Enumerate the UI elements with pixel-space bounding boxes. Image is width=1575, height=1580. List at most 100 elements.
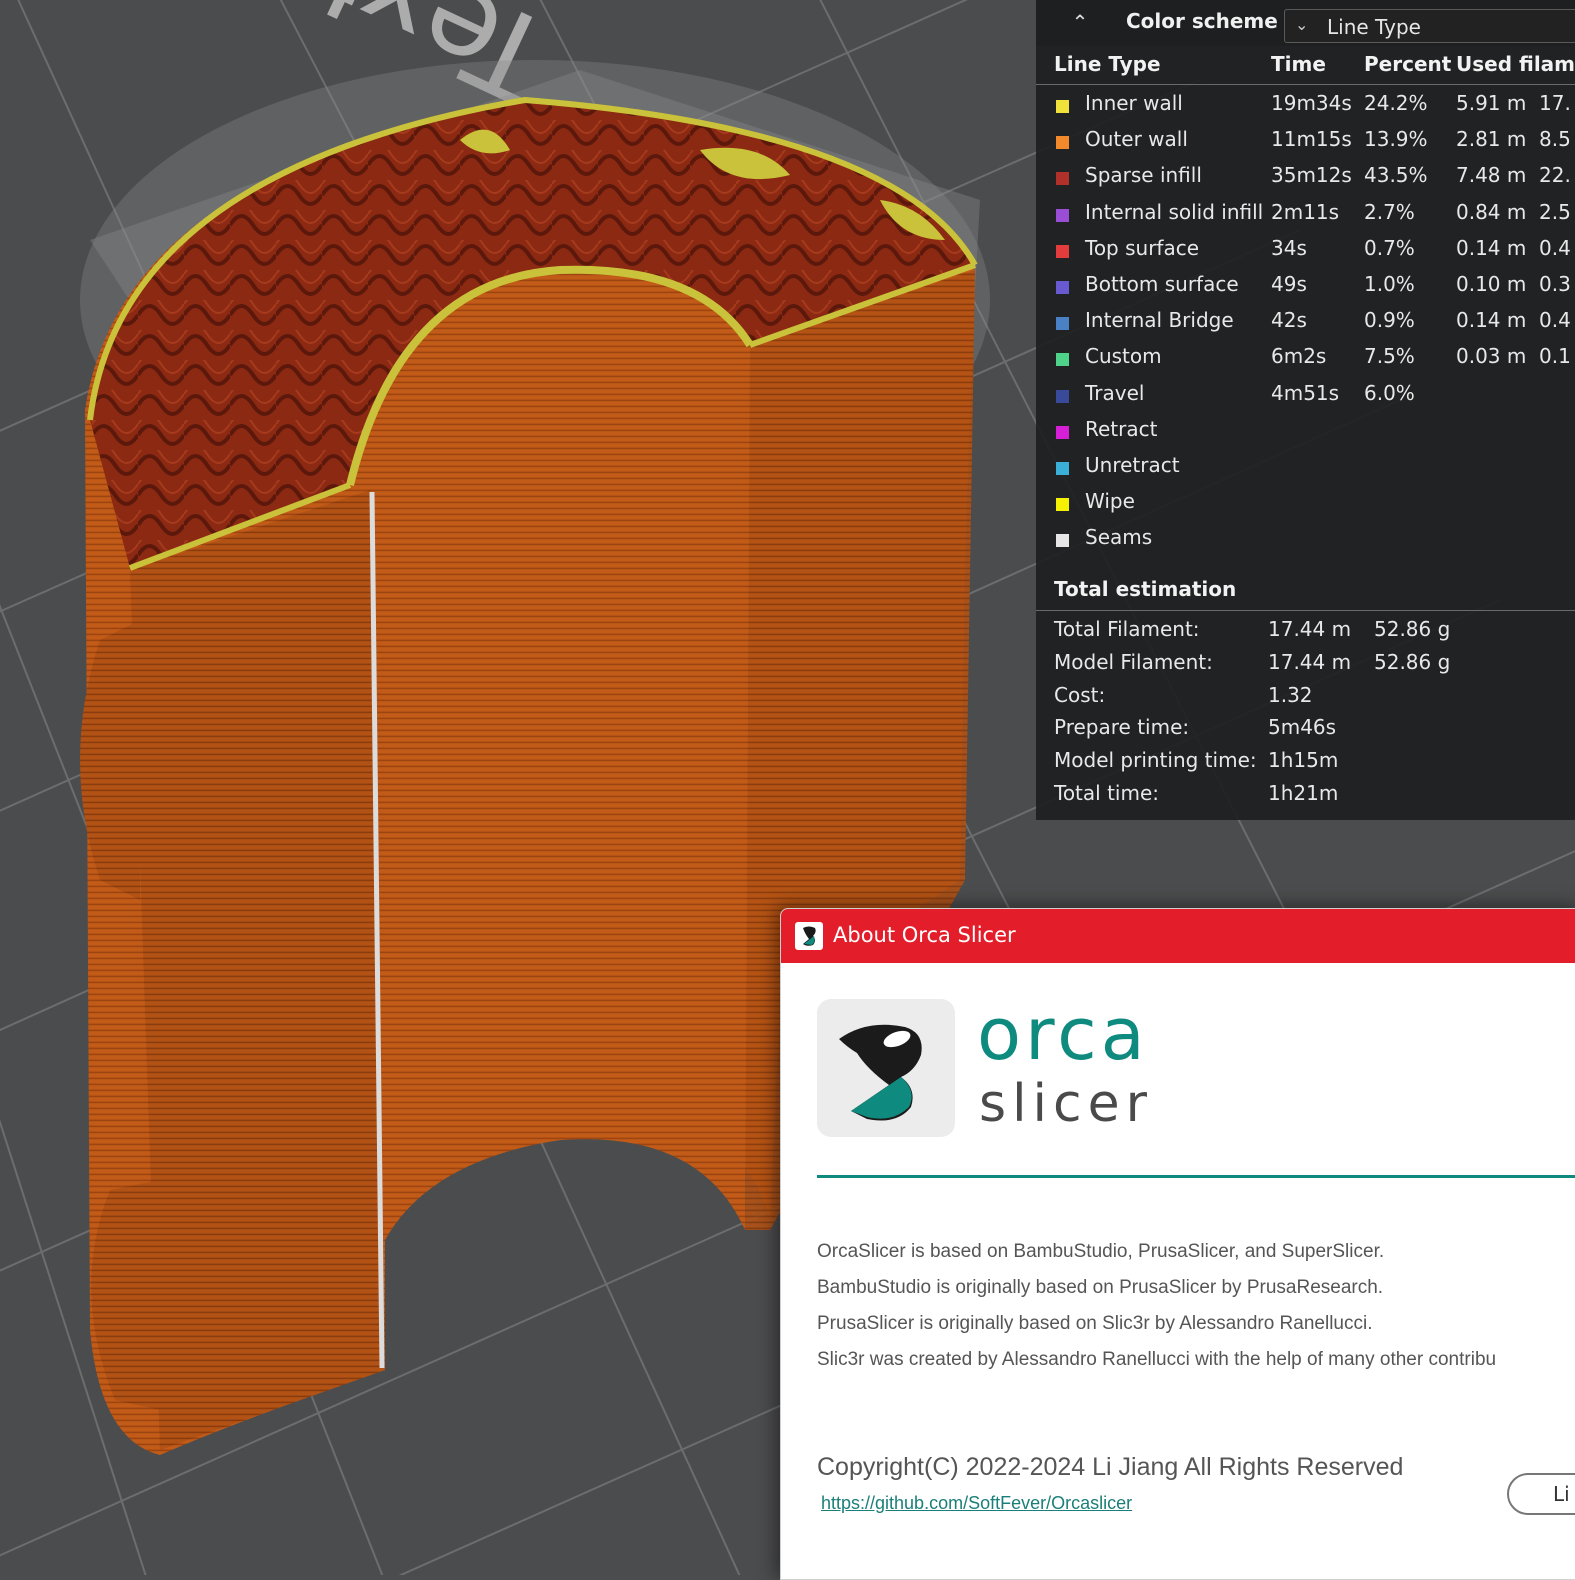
total-value: 1h15m (1268, 748, 1339, 773)
total-label: Model Filament: (1054, 649, 1213, 674)
total-label: Total Filament: (1054, 617, 1200, 641)
total-value-secondary: 52.86 g (1374, 649, 1451, 674)
legend-row[interactable]: Sparse infill 35m12s 43.5% 7.48 m 22. (1036, 160, 1575, 196)
line-type-percent: 0.9% (1364, 308, 1415, 333)
legend-row[interactable]: Wipe (1036, 486, 1575, 522)
divider (1036, 610, 1575, 611)
line-type-percent: 13.9% (1364, 127, 1428, 152)
line-type-name: Outer wall (1085, 127, 1188, 152)
legend-row[interactable]: Custom 6m2s 7.5% 0.03 m 0.1 (1036, 341, 1575, 377)
total-row: Total Filament: 17.44 m 52.86 g (1036, 617, 1575, 649)
line-type-color-swatch (1056, 462, 1069, 475)
color-scheme-dropdown[interactable]: ⌄ Line Type (1284, 9, 1575, 43)
color-scheme-label: Color scheme (1126, 9, 1278, 33)
license-button[interactable]: Li (1507, 1473, 1575, 1515)
line-type-color-swatch (1056, 353, 1069, 367)
line-type-used-length: 0.03 m (1456, 344, 1527, 369)
legend-panel: ⌃ Color scheme ⌄ Line Type Line Type Tim… (1036, 0, 1575, 820)
legend-row[interactable]: Unretract (1036, 450, 1575, 486)
line-type-used-weight: 22. (1539, 163, 1571, 188)
column-header-used-filament: Used filam (1456, 52, 1575, 76)
total-row: Total time: 1h21m (1036, 781, 1575, 813)
line-type-used-length: 0.10 m (1456, 272, 1527, 296)
line-type-color-swatch (1056, 498, 1069, 512)
line-type-name: Seams (1085, 525, 1153, 550)
line-type-name: Travel (1085, 380, 1145, 405)
line-type-time: 11m15s (1271, 127, 1352, 152)
total-label: Model printing time: (1054, 748, 1257, 773)
line-type-used-weight: 0.1 (1539, 344, 1571, 369)
line-type-percent: 24.2% (1364, 91, 1428, 115)
total-row: Model printing time: 1h15m (1036, 748, 1575, 780)
total-value: 1h21m (1268, 781, 1339, 805)
orca-app-icon (795, 922, 823, 950)
line-type-used-length: 7.48 m (1456, 163, 1527, 188)
line-type-name: Sparse infill (1085, 163, 1202, 188)
line-type-time: 4m51s (1271, 380, 1340, 405)
line-type-color-swatch (1056, 281, 1069, 294)
legend-row[interactable]: Bottom surface 49s 1.0% 0.10 m 0.3 (1036, 269, 1575, 305)
line-type-time: 42s (1271, 308, 1307, 333)
line-type-name: Wipe (1085, 489, 1135, 514)
line-type-color-swatch (1056, 244, 1069, 258)
total-value: 17.44 m (1268, 617, 1352, 641)
legend-header: ⌃ Color scheme ⌄ Line Type (1036, 0, 1575, 46)
line-type-percent: 43.5% (1364, 163, 1428, 188)
legend-row[interactable]: Inner wall 19m34s 24.2% 5.91 m 17. (1036, 88, 1575, 124)
line-type-used-length: 0.14 m (1456, 235, 1527, 260)
line-type-name: Unretract (1085, 453, 1180, 477)
line-type-name: Retract (1085, 416, 1158, 441)
line-type-percent: 7.5% (1364, 344, 1415, 369)
line-type-time: 49s (1271, 272, 1307, 296)
total-value: 1.32 (1268, 682, 1313, 707)
line-type-used-length: 5.91 m (1456, 91, 1527, 115)
legend-row[interactable]: Internal solid infill 2m11s 2.7% 0.84 m 2.5 (1036, 197, 1575, 233)
svg-text:slicer: slicer (979, 1074, 1153, 1131)
legend-row[interactable]: Internal Bridge 42s 0.9% 0.14 m 0.4 (1036, 305, 1575, 341)
orca-slicer-wordmark: orca slicer (977, 1001, 1153, 1131)
dialog-titlebar[interactable]: About Orca Slicer (781, 909, 1575, 963)
line-type-used-weight: 17. (1539, 91, 1571, 115)
line-type-name: Custom (1085, 344, 1162, 369)
line-type-name: Top surface (1085, 235, 1200, 260)
line-type-name: Internal Bridge (1085, 308, 1234, 333)
line-type-color-swatch (1056, 208, 1069, 222)
column-header-time: Time (1271, 52, 1326, 76)
line-type-color-swatch (1056, 172, 1069, 186)
line-type-time: 19m34s (1271, 91, 1352, 115)
legend-row[interactable]: Retract (1036, 414, 1575, 450)
dialog-title: About Orca Slicer (833, 923, 1016, 947)
line-type-used-weight: 8.5 (1539, 127, 1571, 152)
legend-row[interactable]: Seams (1036, 522, 1575, 558)
line-type-color-swatch (1056, 317, 1069, 331)
total-row: Prepare time: 5m46s (1036, 715, 1575, 747)
total-label: Total time: (1054, 781, 1159, 805)
legend-row[interactable]: Top surface 34s 0.7% 0.14 m 0.4 (1036, 233, 1575, 269)
line-type-used-weight: 2.5 (1539, 199, 1571, 224)
line-type-time: 6m2s (1271, 344, 1327, 369)
credit-line: PrusaSlicer is originally based on Slic3… (817, 1313, 1373, 1334)
legend-row[interactable]: Travel 4m51s 6.0% (1036, 378, 1575, 414)
line-type-time: 35m12s (1271, 163, 1352, 188)
collapse-chevron-icon[interactable]: ⌃ (1066, 10, 1094, 38)
credit-line: OrcaSlicer is based on BambuStudio, Prus… (817, 1241, 1385, 1262)
line-type-name: Internal solid infill (1085, 199, 1264, 224)
line-type-used-length: 0.14 m (1456, 308, 1527, 333)
total-value-secondary: 52.86 g (1374, 617, 1451, 641)
column-header-line-type: Line Type (1054, 52, 1161, 76)
about-dialog: About Orca Slicer orca slicer OrcaSlicer… (780, 908, 1575, 1580)
github-link[interactable]: https://github.com/SoftFever/Orcaslicer (821, 1493, 1132, 1514)
line-type-color-swatch (1056, 389, 1069, 403)
chevron-down-icon: ⌄ (1295, 15, 1309, 34)
divider (1036, 84, 1575, 85)
line-type-used-length: 2.81 m (1456, 127, 1527, 152)
line-type-time: 2m11s (1271, 199, 1340, 224)
credit-line: BambuStudio is originally based on Prusa… (817, 1277, 1384, 1298)
line-type-name: Bottom surface (1085, 272, 1239, 296)
line-type-used-weight: 0.4 (1539, 235, 1571, 260)
legend-row[interactable]: Outer wall 11m15s 13.9% 2.81 m 8.5 (1036, 124, 1575, 160)
color-scheme-value: Line Type (1327, 15, 1421, 39)
license-button-label: Li (1553, 1482, 1570, 1506)
cut-face-left (130, 490, 385, 1450)
orca-logo (817, 999, 955, 1137)
